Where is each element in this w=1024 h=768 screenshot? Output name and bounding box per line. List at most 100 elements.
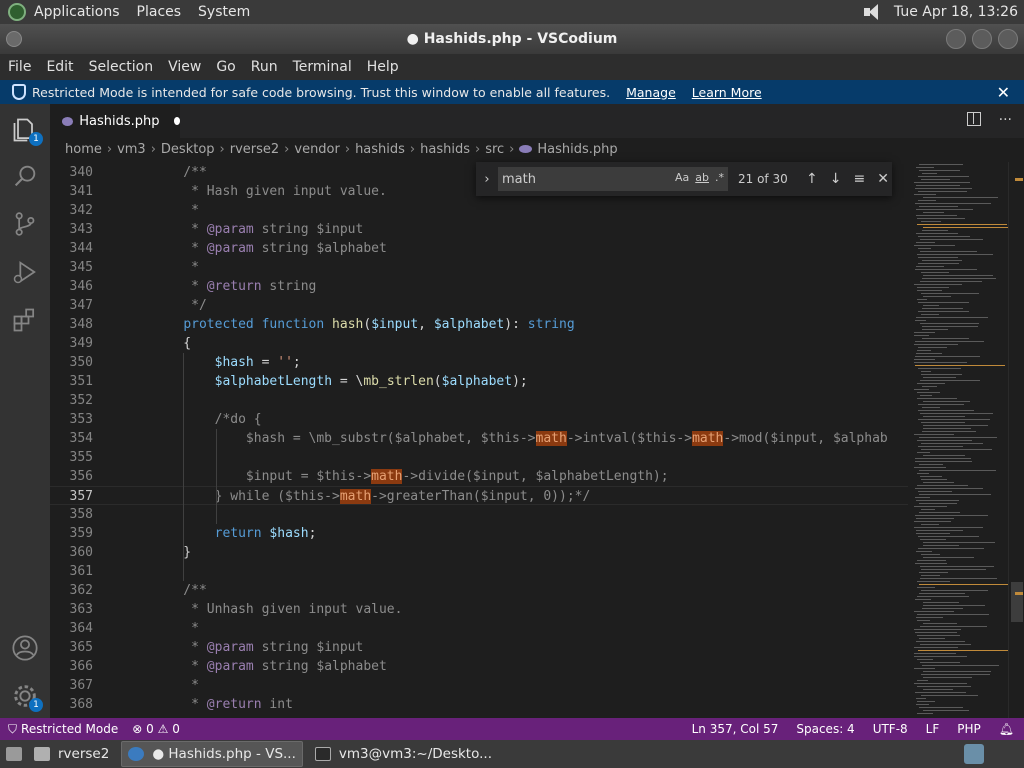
maximize-button[interactable]	[972, 29, 992, 49]
notifications-bell-icon[interactable]: 🔔︎	[999, 722, 1014, 736]
system-logo-icon[interactable]	[8, 3, 26, 21]
code-line[interactable]: 346 * @return string	[50, 277, 908, 296]
unsaved-dot-icon[interactable]	[173, 117, 180, 125]
minimap[interactable]	[908, 162, 1008, 718]
menu-terminal[interactable]: Terminal	[285, 59, 359, 75]
code-line[interactable]: 347 */	[50, 296, 908, 315]
close-banner-icon[interactable]: ✕	[997, 83, 1010, 102]
match-case-button[interactable]: Aa	[675, 171, 689, 184]
code-line[interactable]: 360 }	[50, 543, 908, 562]
minimize-button[interactable]	[946, 29, 966, 49]
places-menu[interactable]: Places	[137, 4, 182, 20]
show-desktop-button[interactable]	[0, 741, 28, 767]
system-menu[interactable]: System	[198, 4, 250, 20]
restricted-mode-status[interactable]: ⛉ Restricted Mode	[0, 718, 127, 740]
menu-selection[interactable]: Selection	[81, 59, 161, 75]
breadcrumb-item[interactable]: src	[485, 142, 504, 157]
breadcrumb-item[interactable]: Desktop	[161, 142, 215, 157]
menu-run[interactable]: Run	[243, 59, 285, 75]
close-window-button[interactable]	[998, 29, 1018, 49]
applications-menu[interactable]: Applications	[34, 4, 120, 20]
code-line[interactable]: 354 $hash = \mb_substr($alphabet, $this-…	[50, 429, 908, 448]
split-editor-icon[interactable]	[966, 112, 981, 126]
code-line[interactable]: 344 * @param string $alphabet	[50, 239, 908, 258]
code-line[interactable]: 362 /**	[50, 581, 908, 600]
end-of-line[interactable]: LF	[926, 722, 940, 736]
accounts-icon[interactable]	[11, 634, 39, 662]
code-line[interactable]: 353 /*do {	[50, 410, 908, 429]
vertical-scrollbar[interactable]	[1008, 162, 1024, 718]
taskbar-item-files[interactable]: rverse2	[28, 741, 115, 767]
menu-view[interactable]: View	[160, 59, 208, 75]
code-editor[interactable]: 340 /** 341 * Hash given input value. 342 …	[50, 162, 908, 718]
minimap-line	[918, 236, 970, 237]
breadcrumb-item[interactable]: vendor	[294, 142, 339, 157]
code-line[interactable]: 368 * @return int	[50, 695, 908, 714]
encoding[interactable]: UTF-8	[873, 722, 908, 736]
code-line[interactable]: 343 * @param string $input	[50, 220, 908, 239]
code-line[interactable]: 357 } while ($this->math->greaterThan($i…	[50, 486, 908, 505]
next-match-arrow-down-icon[interactable]: ↓	[830, 171, 842, 187]
search-icon[interactable]	[11, 162, 39, 190]
minimap-line	[917, 440, 972, 441]
code-line[interactable]: 350 $hash = '';	[50, 353, 908, 372]
breadcrumb-item[interactable]: home	[65, 142, 102, 157]
menu-edit[interactable]: Edit	[38, 59, 80, 75]
code-line[interactable]: 345 *	[50, 258, 908, 277]
code-line[interactable]: 348 protected function hash($input, $alp…	[50, 315, 908, 334]
tab-hashids-php[interactable]: Hashids.php	[50, 104, 180, 138]
more-actions-icon[interactable]: ···	[999, 112, 1012, 128]
find-input[interactable]: math Aa ab .*	[498, 167, 728, 191]
breadcrumb-item[interactable]: vm3	[117, 142, 146, 157]
breadcrumb-item[interactable]: hashids	[355, 142, 405, 157]
code-line[interactable]: 359 return $hash;	[50, 524, 908, 543]
manage-link[interactable]: Manage	[626, 85, 676, 100]
code-line[interactable]: 358	[50, 505, 908, 524]
minimap-line	[914, 683, 967, 684]
breadcrumb-item[interactable]: rverse2	[230, 142, 279, 157]
code-line[interactable]: 352	[50, 391, 908, 410]
indentation[interactable]: Spaces: 4	[796, 722, 854, 736]
code-line[interactable]: 367 *	[50, 676, 908, 695]
line-code: {	[152, 336, 192, 351]
run-debug-icon[interactable]	[11, 258, 39, 286]
regex-button[interactable]: .*	[715, 171, 724, 184]
code-line[interactable]: 365 * @param string $input	[50, 638, 908, 657]
code-line[interactable]: 355	[50, 448, 908, 467]
volume-icon[interactable]	[862, 3, 884, 21]
source-control-icon[interactable]	[11, 210, 39, 238]
code-line[interactable]: 361	[50, 562, 908, 581]
code-line[interactable]: 351 $alphabetLength = \mb_strlen($alphab…	[50, 372, 908, 391]
problems-status[interactable]: ⊗ 0 ⚠ 0	[132, 722, 180, 736]
code-line[interactable]: 363 * Unhash given input value.	[50, 600, 908, 619]
clock[interactable]: Tue Apr 18, 13:26	[894, 4, 1018, 20]
extensions-icon[interactable]	[11, 306, 39, 334]
find-query: math	[502, 171, 536, 187]
code-line[interactable]: 356 $input = $this->math->divide($input,…	[50, 467, 908, 486]
close-find-icon[interactable]: ✕	[877, 171, 889, 187]
learn-more-link[interactable]: Learn More	[692, 85, 762, 100]
menu-go[interactable]: Go	[208, 59, 242, 75]
code-line[interactable]: 366 * @param string $alphabet	[50, 657, 908, 676]
code-line[interactable]: 364 *	[50, 619, 908, 638]
menu-file[interactable]: File	[0, 59, 38, 75]
taskbar-item-vscodium[interactable]: ● Hashids.php - VS...	[121, 741, 303, 767]
previous-match-arrow-up-icon[interactable]: ↑	[806, 171, 818, 187]
cursor-position[interactable]: Ln 357, Col 57	[692, 722, 779, 736]
scrollbar-thumb[interactable]	[1011, 582, 1023, 622]
window-menu-icon[interactable]	[6, 31, 22, 47]
minimap-line	[914, 284, 962, 285]
breadcrumb-item[interactable]: hashids	[420, 142, 470, 157]
code-line[interactable]: 342 *	[50, 201, 908, 220]
whole-word-button[interactable]: ab	[695, 171, 709, 184]
language-mode[interactable]: PHP	[957, 722, 981, 736]
tray-app-icon[interactable]	[964, 744, 984, 764]
toggle-replace-chevron-icon[interactable]: ›	[476, 172, 498, 187]
menu-help[interactable]: Help	[359, 59, 406, 75]
taskbar-item-terminal[interactable]: vm3@vm3:~/Deskto...	[309, 741, 498, 767]
code-line[interactable]: 349 {	[50, 334, 908, 353]
settings-gear-icon[interactable]: 1	[11, 682, 43, 712]
find-in-selection-icon[interactable]: ≡	[853, 171, 865, 187]
explorer-icon[interactable]: 1	[11, 116, 43, 146]
breadcrumb-item[interactable]: Hashids.php	[537, 142, 617, 157]
